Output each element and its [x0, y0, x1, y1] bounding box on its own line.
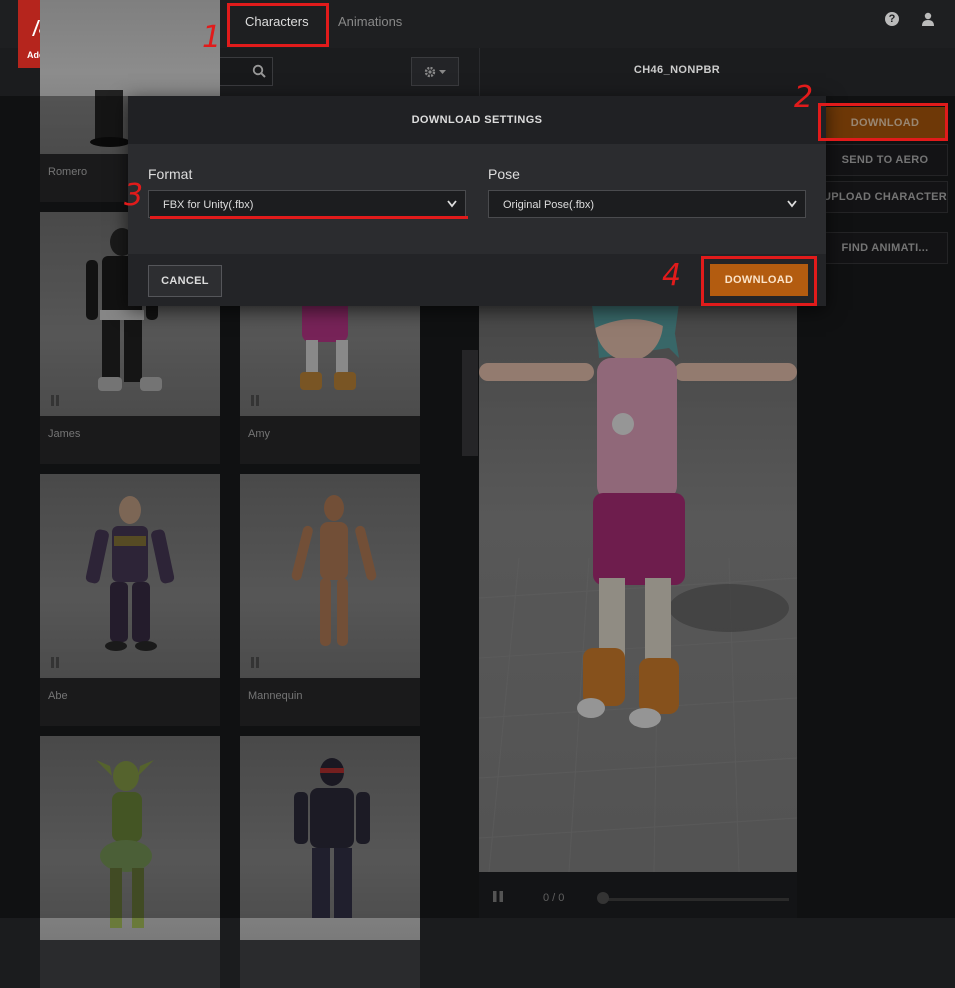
annotation-number-2: 2: [794, 80, 814, 115]
search-icon[interactable]: [252, 64, 266, 78]
dialog-title: DOWNLOAD SETTINGS: [128, 96, 826, 144]
dialog-download-button[interactable]: DOWNLOAD: [710, 264, 808, 296]
annotation-number-3: 3: [124, 178, 144, 213]
pose-select[interactable]: Original Pose(.fbx): [488, 190, 806, 218]
help-icon[interactable]: ?: [885, 12, 899, 26]
download-settings-dialog: DOWNLOAD SETTINGS Format FBX for Unity(.…: [128, 96, 826, 306]
pose-value: Original Pose(.fbx): [503, 199, 595, 211]
caret-down-icon: [439, 70, 446, 74]
tab-characters[interactable]: Characters: [245, 14, 309, 29]
annotation-number-1: 1: [202, 20, 222, 55]
user-icon[interactable]: [921, 12, 935, 26]
format-value: FBX for Unity(.fbx): [163, 199, 254, 211]
chevron-down-icon: [447, 200, 457, 208]
annotation-underline-format: [150, 216, 468, 219]
character-name: CH46_NONPBR: [633, 64, 721, 76]
annotation-number-4: 4: [662, 258, 682, 293]
format-select[interactable]: FBX for Unity(.fbx): [148, 190, 466, 218]
format-label: Format: [148, 166, 193, 182]
cancel-button[interactable]: CANCEL: [148, 265, 222, 297]
tab-animations[interactable]: Animations: [338, 14, 402, 29]
gear-icon: [424, 66, 436, 78]
pose-label: Pose: [488, 166, 520, 182]
settings-dropdown-button[interactable]: [411, 57, 459, 86]
chevron-down-icon: [787, 200, 797, 208]
